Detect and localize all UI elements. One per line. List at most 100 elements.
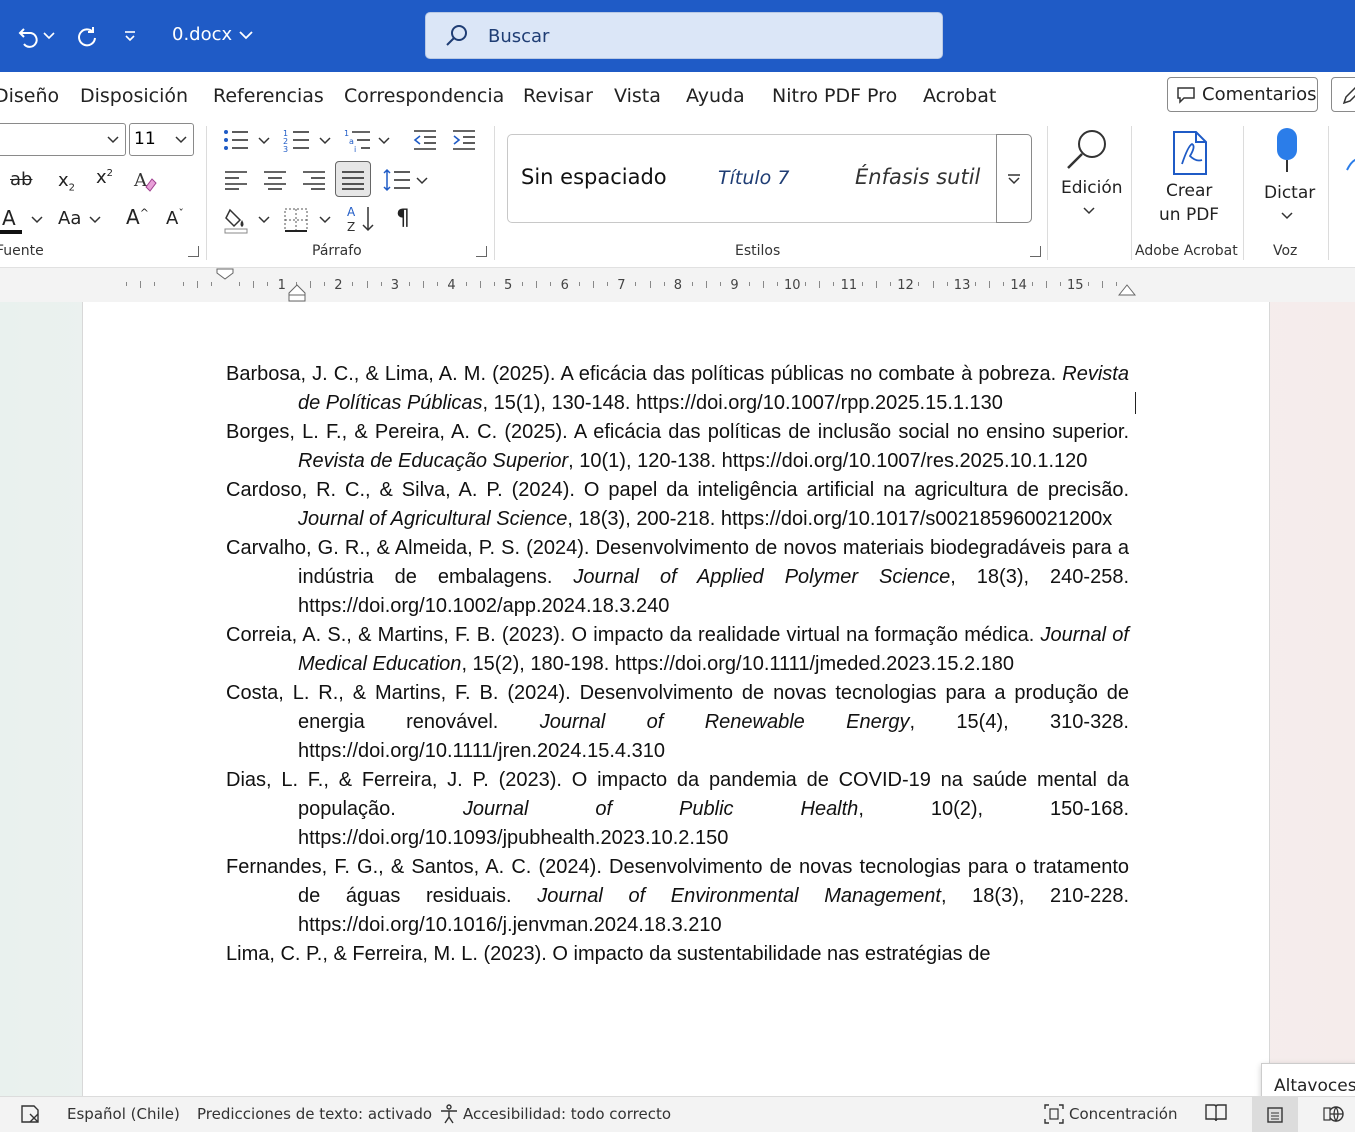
accessibility-status[interactable]: Accesibilidad: todo correcto (463, 1105, 671, 1123)
chevron-down-icon[interactable] (31, 216, 43, 224)
shading-icon[interactable] (224, 206, 250, 238)
tab-vista[interactable]: Vista (614, 85, 661, 107)
align-right-icon[interactable] (302, 170, 326, 194)
chevron-down-icon[interactable] (319, 216, 331, 224)
document-title[interactable]: 0.docx (172, 24, 254, 45)
reference-entry[interactable]: Carvalho, G. R., & Almeida, P. S. (2024)… (226, 534, 1129, 621)
read-mode-icon[interactable] (1204, 1103, 1228, 1123)
chevron-down-icon[interactable] (1083, 207, 1095, 215)
reference-entry[interactable]: Barbosa, J. C., & Lima, A. M. (2025). A … (226, 360, 1129, 418)
styles-dialog-launcher-icon[interactable] (1030, 246, 1041, 257)
spelling-check-icon[interactable] (20, 1104, 42, 1124)
clear-formatting-icon[interactable]: A (132, 167, 158, 197)
borders-icon[interactable] (284, 208, 308, 236)
font-name-combo[interactable] (0, 123, 126, 156)
focus-mode-status[interactable]: Concentración (1069, 1105, 1177, 1123)
tab-diseno[interactable]: Diseño (0, 85, 59, 107)
editing-mode-button[interactable] (1331, 77, 1355, 112)
horizontal-ruler[interactable]: 1 2 3 4 5 6 7 8 9 10 11 12 13 14 15 (0, 268, 1355, 302)
dictar-label[interactable]: Dictar (1264, 183, 1315, 203)
document-page[interactable]: Barbosa, J. C., & Lima, A. M. (2025). A … (82, 302, 1270, 1096)
ruler-tick (253, 280, 255, 288)
chevron-down-icon[interactable] (416, 177, 428, 185)
paragraph-dialog-launcher-icon[interactable] (476, 246, 487, 257)
chevron-down-icon[interactable] (319, 137, 331, 145)
reference-list[interactable]: Barbosa, J. C., & Lima, A. M. (2025). A … (226, 360, 1129, 969)
reference-journal: Journal of Renewable Energy (539, 711, 910, 733)
chevron-down-icon[interactable] (378, 137, 390, 145)
tab-acrobat[interactable]: Acrobat (923, 85, 996, 107)
ribbon-tabs: Diseño Disposición Referencias Correspon… (0, 72, 1355, 120)
line-spacing-icon[interactable] (382, 168, 412, 196)
reference-entry[interactable]: Fernandes, F. G., & Santos, A. C. (2024)… (226, 853, 1129, 940)
chevron-down-icon[interactable] (1281, 212, 1293, 220)
ruler-number: 2 (334, 278, 343, 293)
superscript-icon[interactable]: x2 (96, 167, 113, 188)
grow-font-icon[interactable]: A^ (126, 205, 149, 229)
multilevel-list-icon[interactable]: 1ai (344, 128, 372, 156)
microphone-icon[interactable] (1270, 126, 1304, 180)
print-layout-button[interactable] (1252, 1097, 1298, 1132)
numbering-icon[interactable]: 123 (283, 128, 311, 156)
styles-more-button[interactable] (996, 134, 1032, 223)
style-enfasis-sutil[interactable]: Énfasis sutil (855, 165, 980, 189)
ruler-tick (946, 282, 948, 286)
ruler-tick (1088, 282, 1090, 286)
font-color-icon[interactable]: A (0, 206, 24, 236)
first-line-indent-marker-icon[interactable] (216, 268, 234, 280)
style-titulo-7[interactable]: Título 7 (718, 167, 789, 189)
align-left-icon[interactable] (224, 170, 248, 194)
create-pdf-icon[interactable] (1170, 130, 1210, 180)
show-formatting-marks-icon[interactable]: ¶ (396, 206, 410, 231)
ruler-tick (819, 280, 821, 288)
comments-button[interactable]: Comentarios (1167, 77, 1318, 112)
strikethrough-icon[interactable]: ab (10, 169, 32, 190)
group-label-voz: Voz (1273, 243, 1298, 259)
ruler-tick (875, 280, 877, 288)
crear-pdf-line1[interactable]: Crear (1166, 181, 1212, 201)
accessibility-icon[interactable] (438, 1103, 460, 1125)
redo-icon[interactable] (72, 18, 102, 54)
focus-mode-icon[interactable] (1043, 1103, 1065, 1125)
increase-indent-icon[interactable] (451, 129, 477, 155)
tab-correspondencia[interactable]: Correspondencia (344, 85, 504, 107)
reference-entry[interactable]: Dias, L. F., & Ferreira, J. P. (2023). O… (226, 766, 1129, 853)
ruler-tick (1003, 282, 1005, 286)
reference-entry[interactable]: Costa, L. R., & Martins, F. B. (2024). D… (226, 679, 1129, 766)
justify-icon[interactable] (335, 161, 371, 197)
right-indent-marker-icon[interactable] (1118, 282, 1136, 296)
reference-entry[interactable]: Correia, A. S., & Martins, F. B. (2023).… (226, 621, 1129, 679)
language-status[interactable]: Español (Chile) (67, 1105, 180, 1123)
tab-referencias[interactable]: Referencias (213, 85, 324, 107)
search-input[interactable]: Buscar (425, 12, 943, 59)
reference-entry[interactable]: Cardoso, R. C., & Silva, A. P. (2024). O… (226, 476, 1129, 534)
decrease-indent-icon[interactable] (412, 129, 438, 155)
tab-ayuda[interactable]: Ayuda (686, 85, 745, 107)
undo-dropdown-chevron-icon[interactable] (40, 18, 58, 54)
hanging-indent-marker-icon[interactable] (288, 284, 306, 302)
shrink-font-icon[interactable]: Aˇ (166, 207, 184, 229)
align-center-icon[interactable] (263, 170, 287, 194)
chevron-down-icon[interactable] (258, 216, 270, 224)
edicion-label[interactable]: Edición (1061, 178, 1123, 198)
sort-icon[interactable]: AZ (346, 204, 376, 238)
subscript-icon[interactable]: x2 (58, 170, 75, 194)
chevron-down-icon[interactable] (89, 216, 101, 224)
reference-entry[interactable]: Lima, C. P., & Ferreira, M. L. (2023). O… (226, 940, 1129, 969)
tab-revisar[interactable]: Revisar (523, 85, 593, 107)
style-sin-espaciado[interactable]: Sin espaciado (521, 165, 667, 189)
tab-disposicion[interactable]: Disposición (80, 85, 188, 107)
bullets-icon[interactable] (222, 128, 250, 156)
font-size-combo[interactable]: 11 (129, 123, 194, 156)
ruler-number: 3 (390, 278, 400, 293)
crear-pdf-line2[interactable]: un PDF (1159, 205, 1219, 225)
find-magnifier-icon[interactable] (1064, 126, 1112, 178)
chevron-down-icon[interactable] (258, 137, 270, 145)
change-case-icon[interactable]: Aa (58, 208, 81, 229)
reference-entry[interactable]: Borges, L. F., & Pereira, A. C. (2025). … (226, 418, 1129, 476)
font-dialog-launcher-icon[interactable] (188, 246, 199, 257)
customize-quick-access-icon[interactable] (115, 18, 145, 54)
text-predictions-status[interactable]: Predicciones de texto: activado (197, 1105, 432, 1123)
web-layout-icon[interactable] (1323, 1104, 1345, 1124)
tab-nitro-pdf-pro[interactable]: Nitro PDF Pro (772, 85, 897, 107)
